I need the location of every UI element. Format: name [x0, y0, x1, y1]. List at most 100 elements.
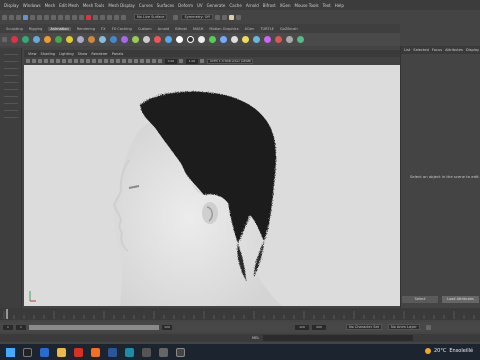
camera-attributes-icon[interactable] [32, 59, 36, 63]
viewport-menu-view[interactable]: View [28, 52, 37, 56]
live-surface-dropdown[interactable]: No Live Surface [134, 14, 168, 20]
menu-edit-mesh[interactable]: Edit Mesh [59, 3, 79, 8]
gamma-field[interactable]: 1.00 [186, 58, 198, 64]
tab-list[interactable]: List [404, 48, 410, 52]
smooth-icon[interactable] [264, 36, 271, 43]
ipr-render-icon[interactable] [114, 14, 119, 20]
last-tool-icon[interactable] [4, 96, 18, 97]
exposure-field[interactable]: 0.00 [165, 58, 177, 64]
gate-mask-icon[interactable] [68, 59, 72, 63]
pin-icon[interactable] [228, 14, 234, 20]
menu-uv[interactable]: UV [197, 3, 203, 8]
snap-grid-icon[interactable] [58, 14, 63, 20]
viewport-menu-renderer[interactable]: Renderer [91, 52, 107, 56]
menu-bifrost[interactable]: Bifrost [263, 3, 276, 8]
character-set-dropdown[interactable]: No Character Set [346, 324, 383, 330]
undo-icon[interactable] [23, 14, 28, 20]
cone-icon[interactable] [66, 36, 73, 43]
scale-tool-icon[interactable] [4, 89, 18, 90]
platonic-icon[interactable] [110, 36, 117, 43]
select-hierarchy-icon[interactable] [37, 14, 42, 20]
menu-mouse-tools[interactable]: Mouse Tools [295, 3, 319, 8]
xray-icon[interactable] [146, 59, 150, 63]
boolean-icon[interactable] [275, 36, 282, 43]
layout-single-icon[interactable] [4, 103, 18, 104]
shelf-tab-sculpting[interactable]: Sculpting [6, 27, 23, 31]
lasso-tool-icon[interactable] [4, 61, 18, 62]
3d-viewport[interactable] [24, 65, 400, 306]
range-bar[interactable] [29, 324, 159, 330]
motion-blur-icon[interactable] [128, 59, 132, 63]
anim-layer-dropdown[interactable]: No Anim Layer [388, 324, 420, 330]
file-explorer-icon[interactable] [57, 347, 66, 357]
rotate-tool-icon[interactable] [4, 82, 18, 83]
viewport-menu-lighting[interactable]: Lighting [59, 52, 74, 56]
menu-cache[interactable]: Cache [229, 3, 241, 8]
shelf-tab-bifrost[interactable]: Bifrost [175, 27, 187, 31]
torus-icon[interactable] [88, 36, 95, 43]
menu-deform[interactable]: Deform [178, 3, 193, 8]
viewport-menu-show[interactable]: Show [78, 52, 88, 56]
shelf-menu-icon[interactable] [2, 37, 7, 42]
select-object-icon[interactable] [44, 14, 49, 20]
shelf-tab-xgen[interactable]: XGen [245, 27, 255, 31]
menu-curves[interactable]: Curves [139, 3, 153, 8]
bookmark-icon[interactable] [38, 59, 42, 63]
outliner-icon[interactable] [221, 14, 227, 20]
cube-icon[interactable] [44, 36, 51, 43]
word-icon[interactable] [108, 347, 117, 357]
start-frame-field[interactable]: 1 [3, 324, 13, 330]
menu-surfaces[interactable]: Surfaces [157, 3, 174, 8]
shelf-tab-animation[interactable]: Animation [48, 26, 71, 31]
camera-icon[interactable] [173, 14, 179, 20]
tab-selected[interactable]: Selected [413, 48, 429, 52]
range-end-field[interactable]: 120 [162, 324, 172, 330]
shelf-tab-fx-caching[interactable]: FX Caching [112, 27, 132, 31]
load-attributes-button[interactable]: Load Attributes [442, 296, 479, 303]
shelf-tab-arnold[interactable]: Arnold [158, 27, 170, 31]
firefox-icon[interactable] [91, 347, 100, 357]
tab-display[interactable]: Display [466, 48, 479, 52]
max-frame-field[interactable]: 200 [312, 324, 326, 330]
create-polygon-icon[interactable] [22, 36, 29, 43]
shelf-tab-turtle[interactable]: TURTLE [260, 27, 274, 31]
sphere-white-icon[interactable] [198, 36, 205, 43]
bevel-icon[interactable] [231, 36, 238, 43]
colorspace-dropdown[interactable]: ACES 1.0 SDR-video (sRGB) [207, 58, 253, 64]
shelf-tab-rendering[interactable]: Rendering [77, 27, 95, 31]
film-gate-icon[interactable] [56, 59, 60, 63]
select-button[interactable]: Select [402, 296, 438, 303]
menu-mesh-display[interactable]: Mesh Display [108, 3, 135, 8]
menu-xgen[interactable]: XGen [280, 3, 291, 8]
shelf-tab-custom[interactable]: Custom [138, 27, 152, 31]
windows-start-icon[interactable] [6, 347, 15, 357]
shelf-tab-motion-graphics[interactable]: Motion Graphics [209, 27, 238, 31]
checker-icon[interactable] [187, 36, 194, 43]
helix-icon[interactable] [154, 36, 161, 43]
lights-icon[interactable] [110, 59, 114, 63]
shadows-icon[interactable] [116, 59, 120, 63]
viewport-menu-panels[interactable]: Panels [112, 52, 124, 56]
layout-outliner-icon[interactable] [4, 117, 18, 118]
anim-prefs-icon[interactable] [425, 324, 431, 330]
shelf-tab-mash[interactable]: MASH [193, 27, 204, 31]
bridge-icon[interactable] [220, 36, 227, 43]
shelf-tab-rigging[interactable]: Rigging [29, 27, 43, 31]
range-start-field[interactable]: 1 [16, 324, 26, 330]
time-slider[interactable] [0, 308, 480, 320]
image-plane-icon[interactable] [44, 59, 48, 63]
isolate-select-icon[interactable] [140, 59, 144, 63]
wireframe-icon[interactable] [92, 59, 96, 63]
viewport-menu-shading[interactable]: Shading [41, 52, 56, 56]
separate-icon[interactable] [253, 36, 260, 43]
anti-aliasing-icon[interactable] [134, 59, 138, 63]
opera-icon[interactable] [74, 347, 83, 357]
construction-history-icon[interactable] [100, 14, 105, 20]
weather-widget[interactable]: 20°C Ensoleillé [425, 348, 473, 354]
safe-action-icon[interactable] [80, 59, 84, 63]
resolution-gate-icon[interactable] [62, 59, 66, 63]
view-icon[interactable] [214, 14, 220, 20]
smooth-shade-icon[interactable] [98, 59, 102, 63]
photos-icon[interactable] [142, 347, 151, 357]
menu-mesh[interactable]: Mesh [45, 3, 56, 8]
